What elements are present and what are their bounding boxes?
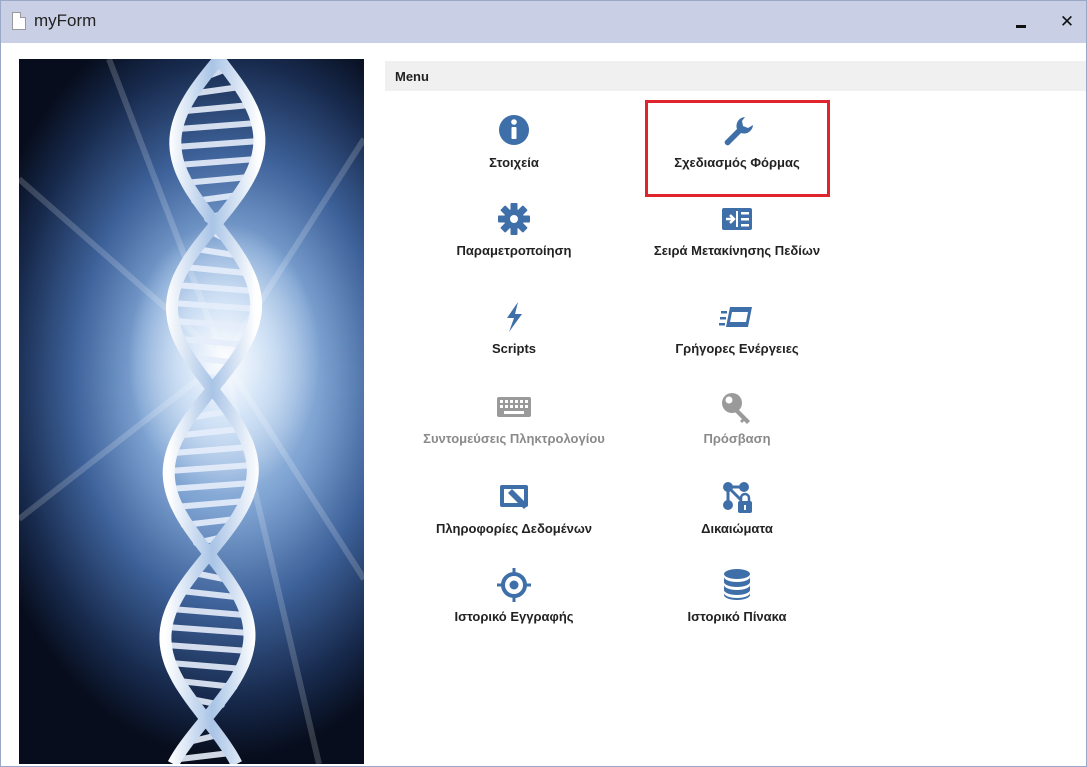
helix-rung <box>166 480 255 492</box>
menu-item-label: Πληροφορίες Δεδομένων <box>435 521 593 536</box>
minimize-button[interactable] <box>1008 11 1038 35</box>
menu-item-quick-actions[interactable]: Γρήγορες Ενέργειες <box>622 295 852 375</box>
menu-item-access[interactable]: Πρόσβαση <box>622 385 852 465</box>
gear-icon <box>498 203 530 235</box>
helix-rung <box>170 444 252 456</box>
dna-helix-graphic <box>19 59 364 764</box>
minimize-icon <box>1016 25 1026 28</box>
dna-helix-image <box>19 59 364 764</box>
menu-item-label: Στοιχεία <box>489 155 539 170</box>
menu-header: Menu <box>385 61 1086 91</box>
menu-item-label: Σχεδιασμός Φόρμας <box>674 155 800 170</box>
key-icon <box>722 393 750 424</box>
menu-header-title: Menu <box>395 69 429 84</box>
helix-rung <box>169 300 259 312</box>
helix-rung <box>176 750 234 762</box>
helix-rung <box>178 588 239 600</box>
permissions-icon <box>723 482 752 513</box>
window-title: myForm <box>34 11 97 30</box>
helix-rung <box>167 660 247 672</box>
menu-item-label: Γρήγορες Ενέργειες <box>675 341 799 356</box>
menu-item-parameters[interactable]: Παραμετροποίηση <box>399 197 629 277</box>
helix-rung <box>166 462 256 474</box>
database-icon <box>724 569 750 600</box>
helix-rung <box>180 174 253 186</box>
menu-item-field-order[interactable]: Σειρά Μετακίνησης Πεδίων <box>622 197 852 277</box>
menu-item-permissions[interactable]: Δικαιώματα <box>622 475 852 555</box>
menu-item-label: Scripts <box>491 341 537 356</box>
menu-item-label: Παραμετροποίηση <box>456 243 572 258</box>
keyboard-icon <box>497 397 531 417</box>
data-info-icon <box>500 485 528 509</box>
quick-actions-icon <box>719 307 752 327</box>
helix-rung <box>168 606 248 618</box>
helix-rung <box>173 282 256 294</box>
menu-item-record-history[interactable]: Ιστορικό Εγγραφής <box>399 563 629 643</box>
lightning-icon <box>507 302 522 332</box>
helix-rung <box>179 426 244 438</box>
helix-rung <box>174 156 260 168</box>
menu-item-label: Ιστορικό Πίνακα <box>687 609 787 624</box>
menu-item-label: Πρόσβαση <box>703 431 771 446</box>
app-window: myForm ✕ Menu Στοιχεία Σχεδιασμός Φόρμας… <box>0 0 1087 767</box>
tab-order-icon <box>722 208 752 230</box>
wrench-icon <box>724 117 753 146</box>
helix-rung <box>182 102 254 114</box>
menu-item-label: Συντομεύσεις Πληκτρολογίου <box>423 431 605 446</box>
menu-item-label: Σειρά Μετακίνησης Πεδίων <box>653 243 821 258</box>
menu-item-label: Ιστορικό Εγγραφής <box>454 609 574 624</box>
helix-rung <box>171 498 249 510</box>
menu-item-scripts[interactable]: Scripts <box>399 295 629 375</box>
helix-rung <box>163 624 252 636</box>
record-history-icon <box>497 568 531 602</box>
close-button[interactable]: ✕ <box>1052 9 1082 35</box>
menu-item-label: Δικαιώματα <box>701 521 773 536</box>
helix-rung <box>172 138 263 150</box>
document-icon <box>12 12 26 30</box>
title-bar: myForm ✕ <box>1 1 1086 43</box>
menu-item-table-history[interactable]: Ιστορικό Πίνακα <box>622 563 852 643</box>
menu-item-form-design[interactable]: Σχεδιασμός Φόρμας <box>622 109 852 189</box>
helix-rung <box>175 120 261 132</box>
menu-item-data-info[interactable]: Πληροφορίες Δεδομένων <box>399 475 629 555</box>
menu-item-details[interactable]: Στοιχεία <box>399 109 629 189</box>
menu-item-keyboard-shortcuts[interactable]: Συντομεύσεις Πληκτρολογίου <box>399 385 629 465</box>
info-icon <box>499 115 529 145</box>
helix-rung <box>162 642 252 654</box>
